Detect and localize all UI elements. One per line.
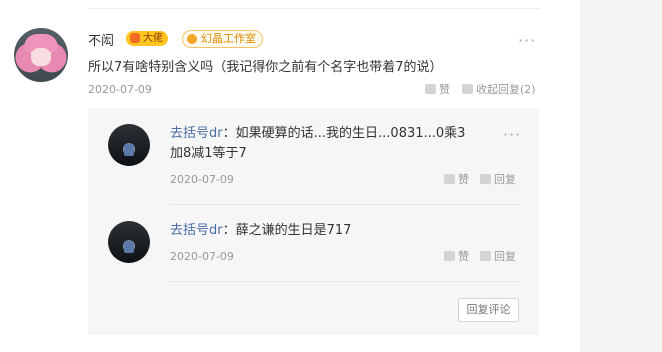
- reply-date: 2020-07-09: [170, 250, 234, 263]
- thumbs-up-icon: [444, 251, 455, 261]
- reply-separator: ：: [222, 126, 236, 141]
- reply-divider: [170, 204, 519, 205]
- comment-date: 2020-07-09: [88, 83, 152, 96]
- reply-content-line2: 加8减1等于7: [170, 146, 247, 161]
- comment-icon: [480, 174, 491, 184]
- comment-text: 所以7有啥特别含义吗（我记得你之前有个名字也带着7的说）: [88, 60, 443, 75]
- level-badge[interactable]: 大佬: [126, 31, 168, 46]
- avatar-figure: [124, 144, 134, 156]
- studio-badge-label: 幻晶工作室: [201, 32, 256, 45]
- reply-like-button[interactable]: 赞: [444, 250, 469, 264]
- reply-reply-button[interactable]: 回复: [480, 173, 516, 187]
- reply-avatar[interactable]: [108, 124, 150, 166]
- reply-separator: ：: [222, 223, 236, 238]
- reply-reply-label: 回复: [494, 250, 516, 263]
- studio-badge[interactable]: 幻晶工作室: [182, 30, 263, 48]
- comment-icon: [480, 251, 491, 261]
- top-divider: [88, 8, 540, 9]
- reply-content-line1: 薛之谦的生日是717: [235, 223, 352, 238]
- reply-avatar[interactable]: [108, 221, 150, 263]
- reply-content-line1: 如果硬算的话...我的生日...0831...0乘3: [235, 126, 466, 141]
- crown-icon: [130, 33, 140, 43]
- reply-text: 去括号dr：薛之谦的生日是717: [170, 221, 351, 241]
- reply-like-label: 赞: [458, 250, 469, 263]
- comment-icon: [462, 84, 473, 94]
- reply-reply-label: 回复: [494, 173, 516, 186]
- reply-text: 去括号dr：如果硬算的话...我的生日...0831...0乘3 加8减1等于7: [170, 124, 465, 164]
- user-avatar[interactable]: [14, 28, 68, 82]
- reply-username[interactable]: 去括号dr: [170, 223, 223, 238]
- thumbs-up-icon: [425, 84, 436, 94]
- avatar-face: [31, 48, 51, 66]
- collapse-label: 收起回复(2): [476, 83, 536, 96]
- like-label: 赞: [439, 83, 450, 96]
- reply-date: 2020-07-09: [170, 173, 234, 186]
- avatar-figure: [124, 241, 134, 253]
- reply-comment-button[interactable]: 回复评论: [458, 298, 519, 322]
- level-badge-label: 大佬: [143, 33, 163, 44]
- reply-username[interactable]: 去括号dr: [170, 126, 223, 141]
- reply-divider: [170, 281, 519, 282]
- thumbs-up-icon: [444, 174, 455, 184]
- studio-icon: [187, 34, 197, 44]
- reply-like-label: 赞: [458, 173, 469, 186]
- more-options-icon[interactable]: ···: [518, 33, 536, 49]
- right-sidebar: [580, 0, 662, 352]
- comment-username[interactable]: 不闳: [88, 30, 114, 49]
- reply-reply-button[interactable]: 回复: [480, 250, 516, 264]
- collapse-replies-button[interactable]: 收起回复(2): [462, 83, 536, 97]
- reply-more-icon[interactable]: ···: [503, 127, 521, 143]
- reply-like-button[interactable]: 赞: [444, 173, 469, 187]
- like-button[interactable]: 赞: [425, 83, 450, 97]
